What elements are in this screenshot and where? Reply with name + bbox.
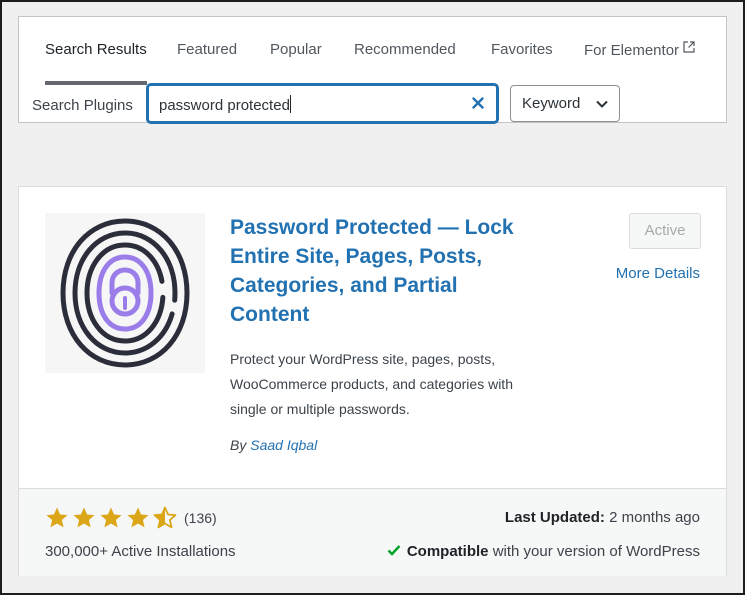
- search-input[interactable]: password protected: [147, 84, 498, 123]
- search-input-value: password protected: [159, 95, 291, 114]
- star-full-icon: [100, 507, 122, 528]
- search-plugins-label: Search Plugins: [32, 97, 133, 114]
- tab-favorites[interactable]: Favorites: [491, 41, 553, 58]
- star-full-icon: [127, 507, 149, 528]
- search-input-text: password protected: [159, 97, 290, 114]
- rating-count: (136): [184, 510, 217, 526]
- author-link[interactable]: Saad Iqbal: [250, 437, 317, 453]
- tab-popular[interactable]: Popular: [270, 41, 322, 58]
- tab-search-results[interactable]: Search Results: [45, 41, 147, 58]
- active-installs: 300,000+ Active Installations: [45, 543, 236, 560]
- author-prefix: By: [230, 437, 247, 453]
- compatible-text: with your version of WordPress: [492, 543, 700, 560]
- compatible-label: Compatible: [406, 543, 489, 560]
- star-half-icon: [153, 506, 177, 529]
- chevron-down-icon: [596, 100, 608, 108]
- active-tab-indicator: [45, 81, 147, 85]
- clear-search-icon[interactable]: [470, 95, 486, 111]
- star-rating: (136): [45, 506, 217, 530]
- external-link-icon: [683, 41, 695, 53]
- plugin-tabs: Search Results Featured Popular Recommen…: [19, 17, 726, 85]
- tab-for-elementor-label: For Elementor: [584, 42, 680, 59]
- tab-featured[interactable]: Featured: [177, 41, 237, 58]
- star-full-icon: [46, 507, 68, 528]
- search-type-value: Keyword: [522, 95, 581, 112]
- plugin-filter-bar: Search Results Featured Popular Recommen…: [18, 16, 727, 123]
- search-type-select[interactable]: Keyword: [510, 85, 620, 122]
- plugin-author: By Saad Iqbal: [230, 437, 317, 453]
- active-button: Active: [629, 213, 701, 249]
- last-updated-label: Last Updated:: [504, 509, 605, 526]
- tab-recommended[interactable]: Recommended: [354, 41, 456, 58]
- plugin-card: Password Protected — Lock Entire Site, P…: [18, 186, 727, 576]
- plugin-card-top: Password Protected — Lock Entire Site, P…: [19, 187, 726, 488]
- compatibility-status: Compatible with your version of WordPres…: [387, 543, 700, 560]
- plugin-title-link[interactable]: Password Protected — Lock Entire Site, P…: [230, 213, 530, 329]
- plugin-description: Protect your WordPress site, pages, post…: [230, 351, 513, 417]
- checkmark-icon: [387, 545, 401, 556]
- star-full-icon: [73, 507, 95, 528]
- tab-for-elementor[interactable]: For Elementor: [584, 41, 695, 59]
- last-updated-value: 2 months ago: [609, 509, 700, 526]
- plugin-fingerprint-lock-icon[interactable]: [45, 213, 205, 373]
- last-updated: Last Updated: 2 months ago: [505, 509, 700, 526]
- text-caret: [289, 95, 291, 113]
- more-details-link[interactable]: More Details: [616, 265, 700, 282]
- plugin-card-footer: (136) 300,000+ Active Installations Last…: [19, 488, 726, 576]
